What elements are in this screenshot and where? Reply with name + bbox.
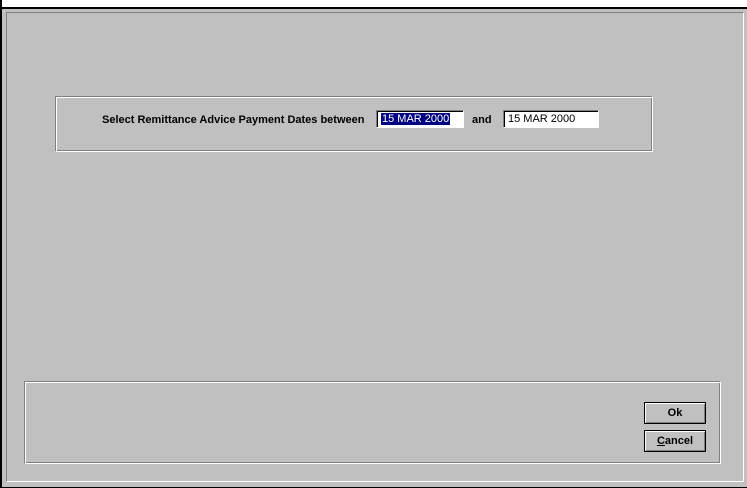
top-strip — [0, 0, 747, 9]
and-label: and — [472, 114, 492, 126]
button-group — [24, 381, 721, 464]
date-from-field[interactable]: 15 MAR 2000 — [376, 110, 464, 128]
date-to-value: 15 MAR 2000 — [508, 113, 576, 125]
cancel-button-label: ancel — [664, 435, 694, 447]
cancel-button[interactable]: Cancel — [644, 430, 706, 452]
ok-button-label: Ok — [667, 407, 683, 419]
date-to-field[interactable]: 15 MAR 2000 — [503, 110, 599, 128]
date-from-value: 15 MAR 2000 — [381, 113, 451, 125]
date-range-prompt: Select Remittance Advice Payment Dates b… — [102, 114, 365, 126]
cancel-mnemonic: C — [656, 435, 665, 447]
ok-button[interactable]: Ok — [644, 402, 706, 424]
